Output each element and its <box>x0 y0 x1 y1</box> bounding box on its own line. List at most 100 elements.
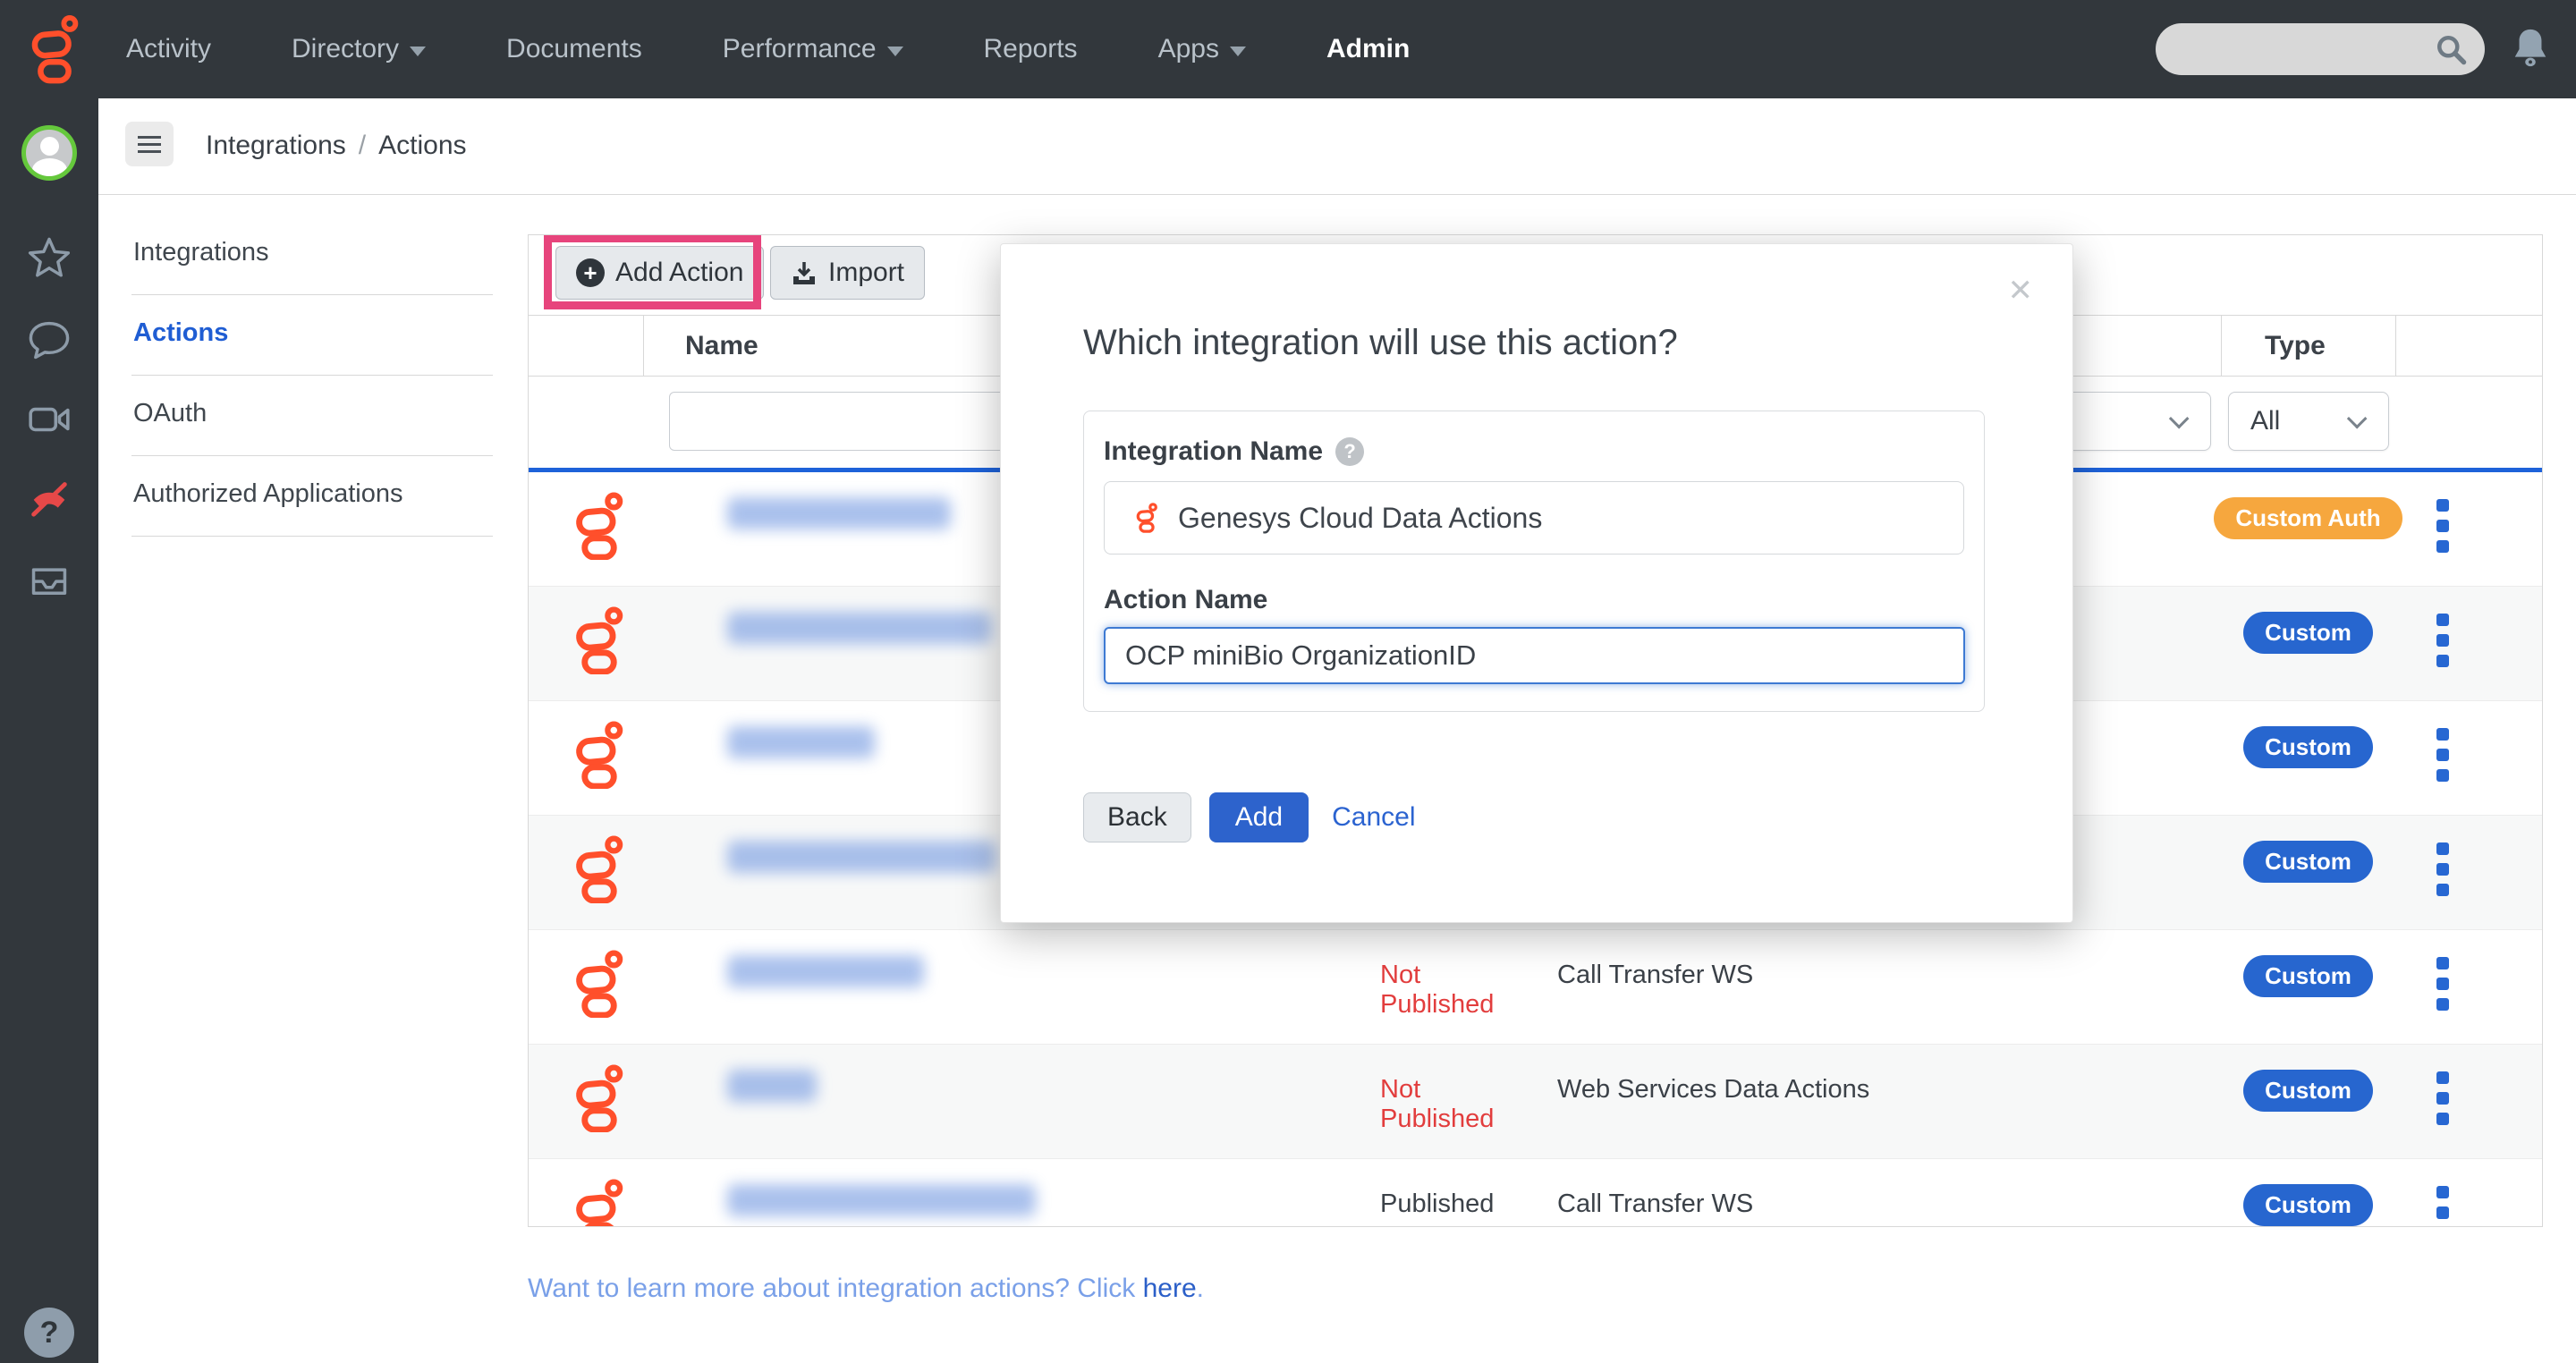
genesys-row-logo-icon <box>572 721 626 793</box>
column-icon <box>529 316 643 376</box>
breadcrumb-bar: Integrations / Actions <box>98 98 2576 195</box>
sidebar-item-integrations[interactable]: Integrations <box>131 215 493 295</box>
genesys-row-logo-icon <box>572 950 626 1022</box>
genesys-row-logo-icon <box>572 1179 626 1227</box>
import-button[interactable]: Import <box>770 246 925 300</box>
modal-buttons: Back Add Cancel <box>1083 792 1415 842</box>
cancel-link[interactable]: Cancel <box>1332 802 1415 833</box>
nav-item-activity[interactable]: Activity <box>126 34 211 64</box>
kebab-menu-button[interactable] <box>2395 472 2542 553</box>
type-badge: Custom Auth <box>2214 497 2402 539</box>
genesys-row-logo-icon <box>572 606 626 679</box>
back-button[interactable]: Back <box>1083 792 1191 842</box>
nav-item-documents[interactable]: Documents <box>506 34 642 64</box>
status-text: Not Published <box>1360 930 1539 1044</box>
add-action-button[interactable]: + Add Action <box>555 246 764 300</box>
favorites-star-icon[interactable] <box>0 234 98 281</box>
kebab-menu-button[interactable] <box>2395 701 2542 782</box>
redacted-action-name-link[interactable] <box>727 726 875 758</box>
chevron-down-icon <box>2169 409 2190 429</box>
type-filter-dropdown[interactable]: All <box>2228 392 2389 451</box>
phone-disabled-icon[interactable] <box>0 478 98 524</box>
notifications-bell-icon[interactable] <box>2510 25 2551 72</box>
integration-name-select[interactable]: Genesys Cloud Data Actions <box>1104 481 1964 555</box>
type-badge: Custom <box>2243 1070 2373 1112</box>
modal-title: Which integration will use this action? <box>1083 323 1678 363</box>
chat-icon[interactable] <box>0 317 98 363</box>
genesys-row-logo-icon <box>572 492 626 564</box>
nav-item-admin[interactable]: Admin <box>1326 34 1410 64</box>
breadcrumb-separator: / <box>359 131 366 161</box>
redacted-action-name-link[interactable] <box>727 612 991 644</box>
redacted-action-name-link[interactable] <box>727 1184 1036 1216</box>
redacted-action-name-link[interactable] <box>727 497 951 529</box>
learn-more-text: Want to learn more about integration act… <box>528 1274 1204 1304</box>
genesys-row-logo-icon <box>572 1064 626 1137</box>
redacted-action-name-link[interactable] <box>727 841 996 873</box>
add-button[interactable]: Add <box>1209 792 1309 842</box>
integration-name-text: Web Services Data Actions <box>1539 1045 2221 1158</box>
status-text: Not Published <box>1360 1045 1539 1158</box>
integrations-side-menu: IntegrationsActionsOAuthAuthorized Appli… <box>131 215 493 537</box>
redacted-action-name-link[interactable] <box>727 955 924 987</box>
modal-form-panel: Integration Name ? Genesys Cloud Data Ac… <box>1083 411 1985 712</box>
type-badge: Custom <box>2243 1184 2373 1226</box>
search-input[interactable] <box>2156 23 2485 75</box>
close-icon[interactable]: ✕ <box>2008 273 2034 309</box>
nav-item-apps[interactable]: Apps <box>1158 34 1246 64</box>
type-badge: Custom <box>2243 612 2373 654</box>
chevron-down-icon <box>1230 47 1246 56</box>
integration-name-text: Call Transfer WS <box>1539 1159 2221 1227</box>
here-link[interactable]: here <box>1143 1274 1197 1303</box>
plus-icon: + <box>576 258 605 287</box>
nav-item-performance[interactable]: Performance <box>723 34 903 64</box>
top-nav: Activity Directory Documents Performance Rep… <box>0 0 2576 98</box>
help-icon[interactable]: ? <box>0 1308 98 1358</box>
status-text: Published <box>1360 1159 1539 1227</box>
type-badge: Custom <box>2243 726 2373 768</box>
action-name-label: Action Name <box>1104 585 1964 615</box>
action-name-input[interactable] <box>1104 627 1965 684</box>
genesys-admin-app: Activity Directory Documents Performance Rep… <box>0 0 2576 1363</box>
top-nav-items: Activity Directory Documents Performance Rep… <box>126 0 1410 98</box>
breadcrumb-page: Actions <box>378 131 466 161</box>
column-actions <box>2395 316 2542 376</box>
integration-name-value: Genesys Cloud Data Actions <box>1178 502 1542 535</box>
chevron-down-icon <box>410 47 426 56</box>
sidebar-item-actions[interactable]: Actions <box>131 295 493 376</box>
column-type[interactable]: Type <box>2221 316 2395 376</box>
redacted-action-name-link[interactable] <box>727 1070 817 1102</box>
table-row: Not PublishedWeb Services Data Actions Cu… <box>529 1045 2542 1159</box>
search-icon <box>2433 31 2469 67</box>
kebab-menu-button[interactable] <box>2395 930 2542 1011</box>
breadcrumb-section[interactable]: Integrations <box>206 131 346 161</box>
type-badge: Custom <box>2243 955 2373 997</box>
chevron-down-icon <box>887 47 903 56</box>
nav-item-directory[interactable]: Directory <box>292 34 426 64</box>
user-avatar[interactable] <box>0 125 98 181</box>
menu-toggle-button[interactable] <box>125 122 174 166</box>
kebab-menu-button[interactable] <box>2395 587 2542 667</box>
integration-name-label: Integration Name ? <box>1104 436 1964 467</box>
video-icon[interactable] <box>0 397 98 442</box>
kebab-menu-button[interactable] <box>2395 816 2542 896</box>
kebab-menu-button[interactable] <box>2395 1159 2542 1227</box>
integration-name-text: Call Transfer WS <box>1539 930 2221 1044</box>
table-row: Not PublishedCall Transfer WS Custom <box>529 930 2542 1045</box>
genesys-mini-logo-icon <box>1135 503 1158 533</box>
import-icon <box>791 259 818 286</box>
left-rail: ? <box>0 98 98 1363</box>
sidebar-item-oauth[interactable]: OAuth <box>131 376 493 456</box>
add-action-modal: ✕ Which integration will use this action… <box>1000 243 2073 923</box>
nav-item-reports[interactable]: Reports <box>984 34 1078 64</box>
help-tooltip-icon[interactable]: ? <box>1335 437 1364 466</box>
type-badge: Custom <box>2243 841 2373 883</box>
sidebar-item-authorized-applications[interactable]: Authorized Applications <box>131 456 493 537</box>
breadcrumb: Integrations / Actions <box>206 131 467 161</box>
genesys-row-logo-icon <box>572 835 626 908</box>
genesys-logo-icon[interactable] <box>23 14 86 89</box>
chevron-down-icon <box>2347 409 2368 429</box>
table-row: PublishedCall Transfer WS Custom <box>529 1159 2542 1227</box>
kebab-menu-button[interactable] <box>2395 1045 2542 1125</box>
inbox-icon[interactable] <box>0 558 98 601</box>
